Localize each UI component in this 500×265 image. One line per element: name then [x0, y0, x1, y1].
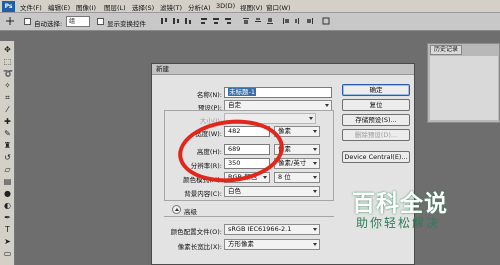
chevron-down-icon	[313, 130, 317, 133]
color-profile-label: 颜色配置文件(O):	[170, 228, 222, 236]
move-tool-icon[interactable]	[6, 17, 14, 25]
pen-tool-icon[interactable]: ✒	[3, 213, 12, 222]
chevron-down-icon	[313, 162, 317, 165]
show-transform-label: 显示变换控件	[107, 20, 146, 28]
healing-brush-tool-icon[interactable]: ✚	[3, 117, 12, 126]
distribute-left-icon[interactable]	[282, 17, 290, 25]
path-selection-tool-icon[interactable]: ➤	[3, 237, 12, 246]
chevron-down-icon	[309, 117, 313, 120]
menu-select[interactable]: 选择(S)	[132, 2, 154, 12]
move-tool-icon[interactable]: ✥	[3, 45, 12, 54]
menu-analysis[interactable]: 分析(A)	[188, 2, 211, 12]
name-label: 名称(N):	[196, 91, 222, 99]
name-input[interactable]: 未标题-1	[224, 87, 332, 98]
menu-bar: Ps 文件(F) 编辑(E) 图像(I) 图层(L) 选择(S) 滤镜(T) 分…	[0, 0, 500, 13]
chevron-down-icon	[313, 176, 317, 179]
lasso-tool-icon[interactable]: ➰	[3, 69, 13, 78]
eraser-tool-icon[interactable]: ▱	[3, 165, 12, 174]
menu-3d[interactable]: 3D(D)	[216, 2, 235, 10]
align-center-icon[interactable]	[212, 17, 220, 25]
save-preset-button[interactable]: 存储预设(S)...	[342, 114, 410, 126]
chevron-down-icon	[313, 190, 317, 193]
chevron-down-icon	[313, 243, 317, 246]
width-unit: 像素	[278, 127, 291, 135]
align-bottom-icon[interactable]	[184, 17, 192, 25]
clone-stamp-tool-icon[interactable]: ♜	[3, 141, 12, 150]
dialog-title: 新建	[152, 64, 414, 75]
align-middle-icon[interactable]	[172, 17, 180, 25]
pixel-aspect-label: 像素长宽比(X):	[177, 243, 222, 251]
advanced-collapse-icon[interactable]	[172, 205, 181, 214]
width-unit-dropdown[interactable]: 像素	[274, 126, 320, 137]
menu-window[interactable]: 窗口(W)	[266, 2, 291, 12]
tab-history[interactable]: 历史记录	[430, 45, 463, 55]
resolution-unit: 像素/英寸	[278, 159, 307, 167]
show-transform-checkbox[interactable]	[97, 18, 104, 25]
distribute-middle-icon[interactable]	[254, 17, 262, 25]
chevron-down-icon	[313, 148, 317, 151]
history-panel-body	[430, 56, 498, 120]
menu-layer[interactable]: 图层(L)	[104, 2, 126, 12]
shape-tool-icon[interactable]: ▭	[3, 249, 12, 258]
magic-wand-tool-icon[interactable]: ✧	[3, 81, 12, 90]
menu-file[interactable]: 文件(F)	[20, 2, 42, 12]
align-right-icon[interactable]	[224, 17, 232, 25]
history-brush-tool-icon[interactable]: ↺	[3, 153, 12, 162]
dodge-tool-icon[interactable]: ◐	[3, 201, 12, 210]
photoshop-logo: Ps	[2, 1, 15, 12]
auto-select-label: 自动选择:	[34, 20, 63, 28]
bit-depth-value: 8 位	[278, 173, 291, 181]
distribute-top-icon[interactable]	[242, 17, 250, 25]
device-central-button[interactable]: Device Central(E)...	[342, 151, 410, 163]
advanced-divider	[164, 216, 334, 217]
menu-image[interactable]: 图像(I)	[76, 2, 96, 12]
color-profile-dropdown[interactable]: sRGB IEC61966-2.1	[224, 224, 320, 235]
distribute-bottom-icon[interactable]	[266, 17, 274, 25]
watermark-main-text: 百科全说	[352, 191, 448, 217]
menu-edit[interactable]: 编辑(E)	[48, 2, 70, 12]
chevron-down-icon	[263, 176, 267, 179]
type-tool-icon[interactable]: T	[3, 225, 12, 234]
ok-button[interactable]: 确定	[342, 84, 410, 96]
crop-tool-icon[interactable]: ⌗	[3, 93, 12, 102]
chevron-down-icon	[313, 228, 317, 231]
background-dropdown[interactable]: 白色	[224, 186, 320, 197]
delete-preset-button: 删除预设(D)...	[342, 129, 410, 141]
align-top-icon[interactable]	[160, 17, 168, 25]
watermark-sub-text: 助你轻松解决	[356, 216, 441, 230]
menu-filter[interactable]: 滤镜(T)	[160, 2, 182, 12]
toolbox: ✥ ⬚ ➰ ✧ ⌗ ⁄ ✚ ✎ ♜ ↺ ▱ ▤ ● ◐ ✒ T ➤ ▭	[0, 41, 15, 265]
auto-align-icon[interactable]	[322, 17, 330, 25]
bit-depth-dropdown[interactable]: 8 位	[274, 172, 320, 183]
resolution-unit-dropdown[interactable]: 像素/英寸	[274, 158, 320, 169]
pixel-aspect-value: 方形像素	[228, 240, 254, 248]
options-bar: 自动选择: 组 显示变换控件	[0, 13, 500, 31]
auto-select-dropdown[interactable]: 组	[66, 16, 90, 27]
gradient-tool-icon[interactable]: ▤	[3, 177, 12, 186]
auto-select-checkbox[interactable]	[24, 18, 31, 25]
eyedropper-tool-icon[interactable]: ⁄	[3, 105, 12, 114]
color-profile-value: sRGB IEC61966-2.1	[228, 225, 292, 233]
background-label: 背景内容(C):	[184, 190, 222, 198]
preset-value: 自定	[228, 101, 241, 109]
brush-tool-icon[interactable]: ✎	[3, 129, 12, 138]
history-panel: 历史记录	[427, 43, 500, 123]
name-value: 未标题-1	[228, 88, 256, 96]
align-left-icon[interactable]	[200, 17, 208, 25]
blur-tool-icon[interactable]: ●	[3, 189, 12, 198]
advanced-label: 高级	[184, 208, 197, 216]
distribute-center-icon[interactable]	[294, 17, 302, 25]
pixel-aspect-dropdown[interactable]: 方形像素	[224, 239, 320, 250]
chevron-down-icon	[325, 104, 329, 107]
menu-view[interactable]: 视图(V)	[240, 2, 263, 12]
watermark: 百科全说 助你轻松解决	[352, 184, 472, 244]
reset-button[interactable]: 复位	[342, 99, 410, 111]
background-value: 白色	[228, 187, 241, 195]
distribute-right-icon[interactable]	[306, 17, 314, 25]
marquee-tool-icon[interactable]: ⬚	[3, 57, 12, 66]
